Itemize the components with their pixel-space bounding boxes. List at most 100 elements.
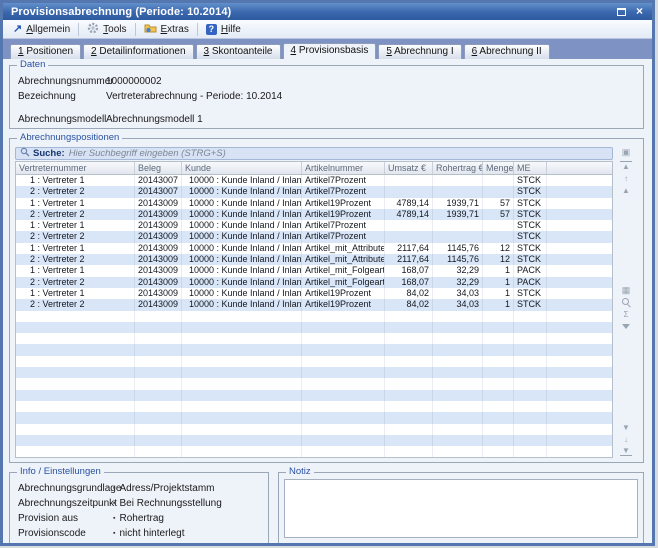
table-row-empty[interactable] [16, 344, 612, 355]
menu-extras[interactable]: Extras [138, 21, 195, 37]
grid-view-icon[interactable]: ▦ [620, 286, 632, 296]
move-up-icon[interactable]: ↑ [620, 173, 632, 183]
table-cell: 20143009 [135, 198, 182, 209]
table-body: 1 : Vertreter 12014300710000 : Kunde Inl… [16, 175, 612, 457]
search-input[interactable] [69, 148, 608, 159]
table-row-empty[interactable] [16, 412, 612, 423]
search-bar[interactable]: Suche: [15, 147, 613, 160]
table-cell: 1 [483, 265, 514, 276]
table-cell: 168,07 [385, 277, 433, 288]
app-window: Provisionsabrechnung (Periode: 10.2014) … [0, 0, 655, 546]
table-cell: Artikel19Prozent [302, 209, 385, 220]
table-row[interactable]: 2 : Vertreter 22014300910000 : Kunde Inl… [16, 277, 612, 288]
tab-abrechnung-1[interactable]: 5 Abrechnung I [378, 44, 461, 59]
table-cell [302, 390, 385, 401]
column-header[interactable]: Artikelnummer [302, 162, 385, 174]
table-cell: 2117,64 [385, 254, 433, 265]
tab-detailinformationen[interactable]: 2 Detailinformationen [83, 44, 194, 59]
table-header: VertreternummerBelegKundeArtikelnummerUm… [16, 162, 612, 175]
table-row[interactable]: 1 : Vertreter 12014300910000 : Kunde Inl… [16, 243, 612, 254]
table-cell: 20143009 [135, 288, 182, 299]
table-row-empty[interactable] [16, 322, 612, 333]
table-row[interactable]: 1 : Vertreter 12014300910000 : Kunde Inl… [16, 220, 612, 231]
notiz-textarea[interactable] [284, 479, 638, 538]
table-cell [135, 378, 182, 389]
sort-up-icon[interactable]: ▲ [620, 185, 632, 195]
menu-tools[interactable]: Tools [81, 21, 132, 38]
table-cell: STCK [514, 243, 547, 254]
table-row[interactable]: 2 : Vertreter 22014300710000 : Kunde Inl… [16, 186, 612, 197]
table-cell: 4789,14 [385, 209, 433, 220]
table-row-empty[interactable] [16, 424, 612, 435]
table-row-empty[interactable] [16, 378, 612, 389]
sort-down-icon[interactable]: ▼ [620, 422, 632, 432]
move-down-icon[interactable]: ↓ [620, 434, 632, 444]
table-row[interactable]: 2 : Vertreter 22014300910000 : Kunde Inl… [16, 254, 612, 265]
table-cell: 32,29 [433, 265, 483, 276]
table-row-empty[interactable] [16, 356, 612, 367]
table-cell: 2 : Vertreter 2 [16, 209, 135, 220]
menu-allgemein[interactable]: ↗ Allgemein [7, 23, 76, 36]
table-row-empty[interactable] [16, 367, 612, 378]
table-cell [182, 344, 302, 355]
table-cell [547, 412, 612, 423]
column-header[interactable]: ME [514, 162, 547, 174]
table-row[interactable]: 2 : Vertreter 22014300910000 : Kunde Inl… [16, 299, 612, 310]
table-row-empty[interactable] [16, 333, 612, 344]
table-cell: 57 [483, 198, 514, 209]
table-row[interactable]: 1 : Vertreter 12014300910000 : Kunde Inl… [16, 198, 612, 209]
column-header[interactable]: Vertreternummer [16, 162, 135, 174]
table-cell [514, 311, 547, 322]
sum-icon[interactable]: Σ [620, 310, 632, 320]
table-cell: 2 : Vertreter 2 [16, 299, 135, 310]
tab-skontoanteile[interactable]: 3 Skontoanteile [196, 44, 281, 59]
column-header[interactable] [547, 162, 612, 174]
table-cell [302, 344, 385, 355]
menu-extras-label: Extras [161, 24, 189, 35]
table-cell [16, 333, 135, 344]
filter-icon[interactable] [620, 322, 632, 332]
scroll-to-bottom-icon[interactable]: ▼ [620, 446, 632, 456]
scroll-to-top-icon[interactable]: ▲ [620, 161, 632, 171]
table-row[interactable]: 1 : Vertreter 12014300910000 : Kunde Inl… [16, 288, 612, 299]
table-cell [547, 344, 612, 355]
info-value: nicht hinterlegt [119, 526, 184, 543]
column-header[interactable]: Rohertrag € [433, 162, 483, 174]
table-cell [433, 412, 483, 423]
table-cell [433, 322, 483, 333]
table-cell [302, 356, 385, 367]
table-row[interactable]: 2 : Vertreter 22014300910000 : Kunde Inl… [16, 209, 612, 220]
column-header[interactable]: Umsatz € [385, 162, 433, 174]
table-row-empty[interactable] [16, 401, 612, 412]
table-cell [514, 367, 547, 378]
table-cell: 2 : Vertreter 2 [16, 231, 135, 242]
table-cell [483, 390, 514, 401]
table-cell [483, 401, 514, 412]
search-icon [20, 147, 30, 160]
table-row[interactable]: 1 : Vertreter 12014300710000 : Kunde Inl… [16, 175, 612, 186]
table-row[interactable]: 2 : Vertreter 22014300910000 : Kunde Inl… [16, 231, 612, 242]
column-header[interactable]: Beleg [135, 162, 182, 174]
tab-positionen[interactable]: 1 Positionen [10, 44, 81, 59]
field-abrechnungsmodell: Abrechnungsmodell Abrechnungsmodell 1 [18, 113, 635, 126]
restore-button[interactable] [614, 5, 629, 18]
table-cell [433, 175, 483, 186]
table-row-empty[interactable] [16, 311, 612, 322]
table-cell [547, 367, 612, 378]
table-row-empty[interactable] [16, 435, 612, 446]
column-header[interactable]: Kunde [182, 162, 302, 174]
zoom-icon[interactable] [620, 298, 632, 308]
menu-hilfe[interactable]: ? Hilfe [200, 23, 247, 36]
close-button[interactable]: × [632, 5, 647, 18]
table-cell [385, 344, 433, 355]
table-cell: Artikel7Prozent [302, 186, 385, 197]
info-label: Provision aus [18, 511, 113, 526]
close-icon: × [636, 6, 643, 17]
table-row[interactable]: 1 : Vertreter 12014300910000 : Kunde Inl… [16, 265, 612, 276]
table-row-empty[interactable] [16, 446, 612, 457]
tab-abrechnung-2[interactable]: 6 Abrechnung II [464, 44, 550, 59]
column-header[interactable]: Menge [483, 162, 514, 174]
table-row-empty[interactable] [16, 390, 612, 401]
tab-provisionsbasis[interactable]: 4 Provisionsbasis [283, 43, 377, 59]
column-chooser-icon[interactable]: ▣ [620, 147, 632, 157]
